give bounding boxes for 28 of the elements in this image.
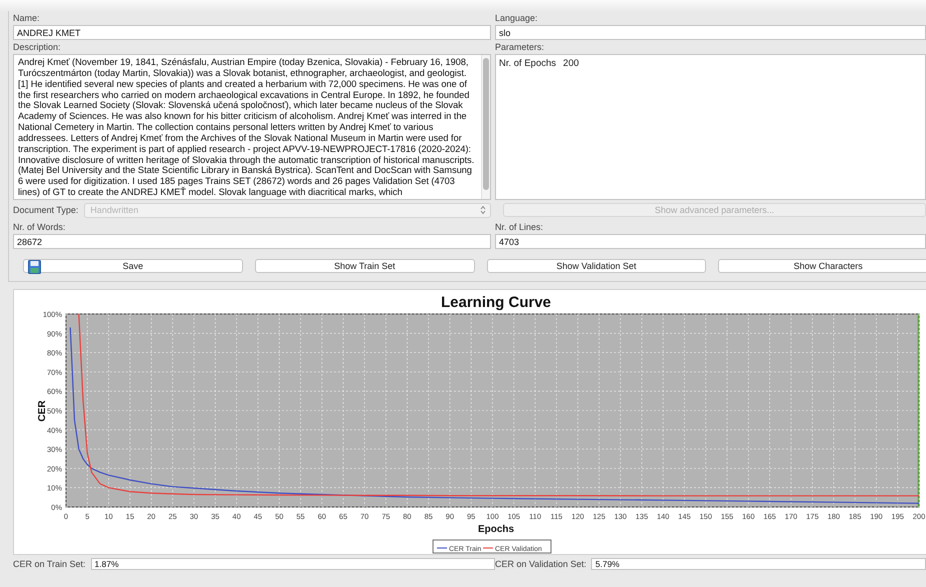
- chart-title: Learning Curve: [440, 294, 552, 311]
- stepper-caret-icon: [480, 205, 486, 215]
- field-label: Name:: [13, 12, 41, 25]
- result-field[interactable]: 5.79%: [591, 558, 926, 570]
- field-label: Nr. of Words:: [13, 221, 66, 234]
- field-label: Nr. of Lines:: [495, 221, 544, 234]
- field-label: Document Type:: [13, 205, 78, 215]
- parameters-table[interactable]: Nr. of Epochs 200: [495, 54, 926, 200]
- field-label: Parameters:: [495, 41, 546, 54]
- parameter-value: 200: [563, 58, 579, 69]
- action-button[interactable]: Show Validation Set: [486, 259, 706, 273]
- words-field[interactable]: 28672: [13, 234, 491, 249]
- axis-title: CER: [37, 400, 48, 422]
- lines-field[interactable]: 4703: [495, 234, 926, 249]
- result-label: CER on Validation Set:: [495, 559, 586, 569]
- action-button[interactable]: Show Characters: [718, 259, 926, 273]
- result-field[interactable]: 1.87%: [90, 558, 495, 570]
- action-button[interactable]: Show Train Set: [254, 259, 474, 273]
- field-label: Description:: [13, 41, 62, 54]
- name-field[interactable]: ANDREJ KMET: [13, 25, 491, 40]
- scrollbar[interactable]: [481, 55, 490, 199]
- language-field[interactable]: slo: [495, 25, 926, 40]
- axis-title: Epochs: [478, 524, 514, 535]
- description-field[interactable]: Andrej Kmeť (November 19, 1841, Szénásfalu, Austrian Empire (today Bzenica, Slovakia) - February 16, 1908, Turócszentmárton (today Martin, Slovakia)) was a Slovak botanist, ethnographer, archaeologist, and geologist. [1] He identified several new species of plants and created a herbarium with 72,000 specimens. He was one of the first researchers who carried on modern archaeological excavations in Central Europe. In 1892, he founded the Slovak Learned Society (Slovak: Slovenská učená spoločnosť), which later became nucleus of the Slovak Academy of Sciences. He was also known for his bitter criticism of alcoholism. Andrej Kmeť was interred in the National Cemetery in Martin. The collection contains personal letters written by Andrej Kmeť to various addressees. Letters of Andrej Kmeť from the Archives of the Slovak National Museum in Martin were used for transcription. The experiment is part of applied research - project APVV-19-NEWPROJECT-17816 (2020-2024): Innovative disclosure of written heritage of Slovakia through the automatic transcription of historical manuscripts. (Matej Bel University and the State Scientific Library in Banská Bystrica). ScanTent and DocScan with Samsung 6 were used for digitization. I used 185 pages Trains SET (28672) words and 26 pages Validation Set (4703 lines) of GT to create the ANDREJ KMEŤ model. Slovak language with diacritical marks, which: [13, 54, 491, 200]
- parameter-name: Nr. of Epochs: [499, 58, 556, 69]
- field-label: Language:: [495, 12, 539, 25]
- result-label: CER on Train Set:: [13, 559, 86, 569]
- action-button[interactable]: Save: [23, 259, 243, 273]
